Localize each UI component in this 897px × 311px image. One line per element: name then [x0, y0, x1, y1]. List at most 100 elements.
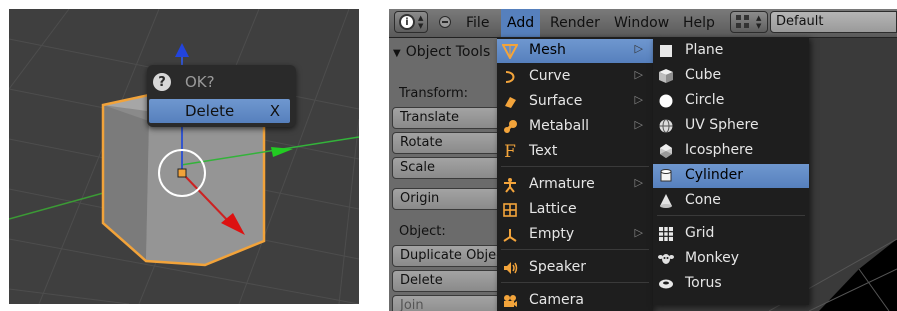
menu-render[interactable]: Render [544, 9, 606, 37]
speaker-icon [501, 259, 519, 277]
collapse-triangle-icon: ▼ [393, 48, 401, 59]
menu-separator [501, 166, 649, 167]
add-menu-label: Text [529, 143, 558, 159]
mesh-item-label: Monkey [685, 250, 740, 266]
curve-icon [501, 68, 519, 86]
mesh-item-monkey[interactable]: Monkey [653, 247, 809, 271]
circle-icon [657, 92, 675, 110]
mesh-submenu: Plane Cube Circle UV Sphere Icosphere Cy… [653, 37, 809, 305]
add-menu-item-surface[interactable]: Surface ▷ [497, 90, 653, 114]
mesh-item-label: Icosphere [685, 142, 754, 158]
add-menu: Mesh ▷ Curve ▷ Surface ▷ Metaball ▷ F Te… [497, 37, 653, 311]
monkey-icon [657, 250, 675, 268]
mesh-item-label: Plane [685, 42, 724, 58]
submenu-arrow-icon: ▷ [634, 68, 643, 81]
menu-separator [501, 282, 649, 283]
viewport-scene [9, 9, 359, 304]
mesh-item-label: Grid [685, 225, 715, 241]
blender-window: i ▲ ▼ File Add Render Window Help ▲ ▼ Defa… [389, 9, 897, 311]
add-menu-label: Mesh [529, 42, 566, 58]
mesh-icon [501, 42, 519, 60]
mesh-item-cone[interactable]: Cone [653, 189, 809, 213]
delete-confirm-popup: ? OK? Delete X [147, 65, 296, 127]
viewport-3d[interactable]: ? OK? Delete X [9, 9, 359, 304]
menu-separator [657, 215, 805, 216]
torus-icon [657, 275, 675, 293]
mesh-item-label: Torus [685, 275, 722, 291]
add-menu-label: Speaker [529, 259, 586, 275]
add-menu-item-camera[interactable]: Camera [497, 289, 653, 311]
mesh-item-label: Circle [685, 92, 725, 108]
add-menu-item-text[interactable]: F Text [497, 140, 653, 164]
add-menu-item-lattice[interactable]: Lattice [497, 198, 653, 222]
lattice-icon [501, 201, 519, 219]
add-menu-item-mesh[interactable]: Mesh ▷ [497, 39, 653, 63]
submenu-arrow-icon: ▷ [634, 176, 643, 189]
uv-sphere-icon [657, 117, 675, 135]
tool-shelf: ▼ Object Tools Transform: Translate Rotat… [389, 38, 517, 311]
menu-help[interactable]: Help [677, 9, 721, 37]
surface-icon [501, 93, 519, 111]
add-menu-label: Empty [529, 226, 575, 242]
text-icon: F [504, 142, 516, 162]
submenu-arrow-icon: ▷ [634, 42, 643, 55]
mesh-item-cube[interactable]: Cube [653, 64, 809, 88]
add-menu-item-empty[interactable]: Empty ▷ [497, 223, 653, 247]
screen-layout-field[interactable]: Default [770, 11, 897, 33]
updown-arrows-icon: ▲ ▼ [756, 14, 762, 30]
plane-icon [657, 42, 675, 60]
delete-shortcut: X [269, 102, 280, 120]
mesh-item-label: UV Sphere [685, 117, 759, 133]
object-tools-title: Object Tools [405, 44, 491, 60]
mesh-item-label: Cone [685, 192, 721, 208]
add-menu-label: Surface [529, 93, 583, 109]
updown-arrows-icon: ▲ ▼ [418, 14, 424, 30]
menu-file[interactable]: File [460, 9, 495, 37]
z-axis-arrow[interactable] [175, 43, 189, 57]
mesh-item-plane[interactable]: Plane [653, 39, 809, 63]
object-origin [177, 168, 187, 178]
empty-icon [501, 226, 519, 244]
add-menu-item-curve[interactable]: Curve ▷ [497, 65, 653, 89]
add-menu-label: Armature [529, 176, 595, 192]
menu-window[interactable]: Window [608, 9, 675, 37]
mesh-item-cylinder[interactable]: Cylinder [653, 164, 809, 188]
mesh-item-label: Cylinder [685, 167, 743, 183]
add-menu-label: Curve [529, 68, 571, 84]
add-menu-item-metaball[interactable]: Metaball ▷ [497, 115, 653, 139]
menu-add[interactable]: Add [501, 9, 541, 37]
armature-icon [501, 176, 519, 194]
submenu-arrow-icon: ▷ [634, 93, 643, 106]
add-menu-label: Lattice [529, 201, 577, 217]
mesh-item-label: Cube [685, 67, 722, 83]
mesh-item-circle[interactable]: Circle [653, 89, 809, 113]
cube-icon [657, 67, 675, 85]
object-label: Object: [399, 224, 446, 239]
add-menu-label: Metaball [529, 118, 590, 134]
submenu-arrow-icon: ▷ [634, 226, 643, 239]
screen-layout-icon [736, 15, 749, 28]
icosphere-icon [657, 142, 675, 160]
mesh-item-icosphere[interactable]: Icosphere [653, 139, 809, 163]
delete-label: Delete [185, 102, 235, 120]
editor-type-button[interactable]: i ▲ ▼ [394, 11, 428, 33]
menu-separator [501, 249, 649, 250]
metaball-icon [501, 118, 519, 136]
camera-icon [501, 292, 519, 310]
submenu-arrow-icon: ▷ [634, 118, 643, 131]
header-bar: i ▲ ▼ File Add Render Window Help ▲ ▼ Defa… [389, 9, 897, 38]
collapse-menus-icon[interactable] [439, 16, 451, 28]
question-icon: ? [153, 73, 171, 91]
add-menu-label: Camera [529, 292, 584, 308]
mesh-item-uv-sphere[interactable]: UV Sphere [653, 114, 809, 138]
add-menu-item-speaker[interactable]: Speaker [497, 256, 653, 280]
add-menu-item-armature[interactable]: Armature ▷ [497, 173, 653, 197]
mesh-item-grid[interactable]: Grid [653, 222, 809, 246]
delete-menu-item[interactable]: Delete X [149, 99, 290, 123]
cylinder-icon [657, 167, 675, 185]
object-tools-panel-header[interactable]: ▼ Object Tools [393, 44, 490, 60]
cone-icon [657, 192, 675, 210]
mesh-item-torus[interactable]: Torus [653, 272, 809, 296]
screen-layout-button[interactable]: ▲ ▼ [730, 11, 768, 33]
transform-label: Transform: [399, 86, 469, 101]
